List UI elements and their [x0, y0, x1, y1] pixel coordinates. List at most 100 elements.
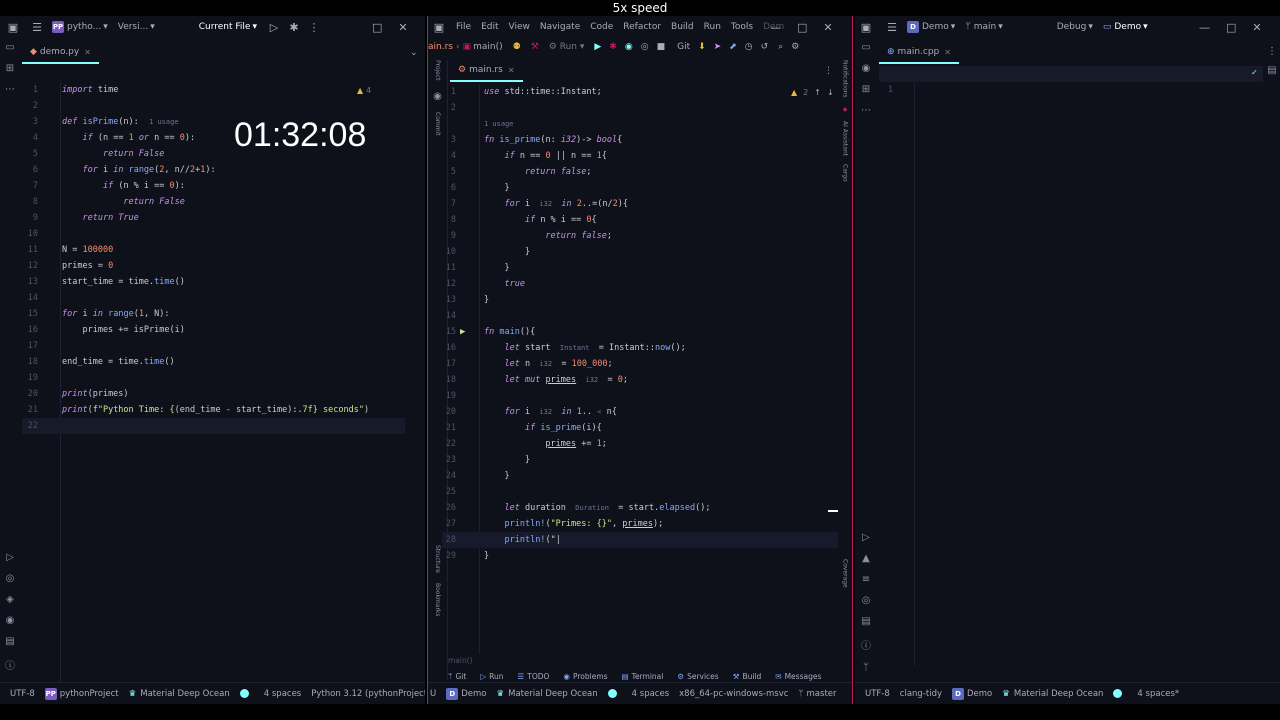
tool-problems[interactable]: ◉ Problems — [563, 672, 607, 681]
close-icon[interactable]: ✕ — [398, 21, 407, 34]
run-gutter-icon[interactable]: ▶ — [460, 327, 465, 337]
user-icon[interactable]: ⚉ — [513, 42, 521, 52]
project-status[interactable]: D Demo — [952, 687, 992, 700]
more-tools-icon[interactable]: ⋯ — [861, 105, 871, 116]
tool-messages[interactable]: ✉ Messages — [775, 672, 821, 681]
project-status[interactable]: D Demo — [446, 687, 487, 700]
tool-services[interactable]: ⚙ Services — [677, 672, 718, 681]
profile-icon[interactable]: ◎ — [641, 42, 649, 52]
code-editor[interactable]: 1 use std::time::Instant; 2 1 usage 3 fn is_p… — [442, 84, 838, 654]
menu-item-run[interactable]: Run — [704, 22, 721, 32]
menu-item-edit[interactable]: Edit — [481, 22, 498, 32]
bookmarks-tool-label[interactable]: Bookmarks — [434, 583, 441, 617]
database-icon[interactable]: ▤ — [1267, 65, 1276, 76]
minimize-icon[interactable]: — — [1199, 21, 1210, 34]
folder-icon[interactable]: ▭ — [861, 42, 870, 53]
tool-terminal[interactable]: ▤ Terminal — [622, 672, 664, 681]
close-tab-icon[interactable]: ✕ — [508, 66, 515, 75]
close-tab-icon[interactable]: ✕ — [944, 48, 951, 57]
tool-build[interactable]: ⚒ Build — [733, 672, 762, 681]
tidy-indicator[interactable]: clang-tidy — [900, 689, 942, 699]
maximize-icon[interactable]: □ — [797, 21, 807, 34]
overflow-icon[interactable]: ⌄ — [410, 48, 418, 58]
maximize-icon[interactable]: □ — [372, 21, 382, 34]
branch-selector[interactable]: ᛘ main ▾ — [965, 22, 1002, 32]
accent-indicator[interactable] — [239, 689, 254, 698]
run-tool-icon[interactable]: ▷ — [862, 532, 870, 543]
run-icon[interactable]: ▷ — [267, 21, 281, 34]
indent-indicator[interactable]: 4 spaces — [632, 689, 669, 699]
info-icon[interactable]: ⓘ — [5, 657, 15, 672]
menu-item-tools[interactable]: Tools — [731, 22, 753, 32]
close-icon[interactable]: ✕ — [1252, 21, 1261, 34]
tool-run[interactable]: ▷ Run — [480, 672, 503, 681]
tab-demo-py[interactable]: ◆ demo.py ✕ — [22, 42, 99, 64]
menu-item-refactor[interactable]: Refactor — [623, 22, 661, 32]
git-icon[interactable]: ᛘ — [863, 662, 869, 673]
footer-breadcrumb[interactable]: main() — [448, 656, 473, 665]
folder-icon[interactable]: ▭ — [5, 42, 14, 53]
structure-icon[interactable]: ⊞ — [862, 84, 870, 95]
maximize-icon[interactable]: □ — [1226, 21, 1236, 34]
pull-request-icon[interactable]: ⬈ — [729, 42, 737, 52]
run-config-selector[interactable]: ⚙ Run ▾ — [549, 42, 585, 52]
messages-icon[interactable]: ≡ — [862, 574, 870, 585]
encoding-indicator[interactable]: UTF-8 — [10, 689, 35, 699]
notifications-tool-label[interactable]: Notifications — [842, 60, 849, 98]
rollback-icon[interactable]: ↺ — [761, 42, 769, 52]
theme-indicator[interactable]: ♛ Material Deep Ocean — [129, 689, 230, 699]
breadcrumb-file[interactable]: ain.rs — [428, 42, 453, 52]
build-config-selector[interactable]: Debug ▾ — [1057, 22, 1093, 32]
tab-main-cpp[interactable]: ⊕ main.cpp ✕ — [879, 42, 959, 64]
services-icon[interactable]: ◎ — [862, 595, 871, 606]
hammer-icon[interactable]: ⚒ — [531, 42, 539, 52]
menu-item-code[interactable]: Code — [590, 22, 613, 32]
code-editor[interactable]: 1 ✓ — [879, 66, 1263, 666]
indent-indicator[interactable]: 4 spaces* — [1137, 689, 1179, 699]
project-tool-label[interactable]: Project — [434, 60, 441, 81]
branch-indicator[interactable]: ᛘ master — [798, 689, 836, 699]
theme-indicator[interactable]: ♛ Material Deep Ocean — [497, 689, 598, 699]
more-icon[interactable]: ⋮ — [824, 66, 833, 76]
info-icon[interactable]: ⓘ — [861, 637, 871, 652]
commit-icon[interactable]: ◉ — [433, 91, 442, 102]
ai-assistant-tool-label[interactable]: AI Assistant — [842, 121, 849, 156]
problems-icon[interactable]: ▲ — [862, 553, 870, 564]
menu-item-build[interactable]: Build — [671, 22, 694, 32]
project-selector[interactable]: D Demo ▾ — [907, 21, 955, 33]
minimize-icon[interactable]: — — [770, 21, 781, 34]
project-status[interactable]: PP pythonProject — [44, 687, 119, 700]
ai-assistant-icon[interactable]: ◆ — [843, 106, 848, 113]
run-icon[interactable]: ▶ — [594, 42, 601, 52]
vcs-selector[interactable]: Versi... ▾ — [118, 22, 155, 32]
debug-icon[interactable]: ✱ — [287, 21, 301, 34]
settings-icon[interactable]: ⚙ — [791, 42, 799, 52]
theme-indicator[interactable]: ♛ Material Deep Ocean — [1002, 689, 1103, 699]
run-tool-icon[interactable]: ▷ — [6, 552, 14, 563]
structure-tool-label[interactable]: Structure — [434, 545, 441, 573]
stop-icon[interactable]: ■ — [657, 42, 666, 52]
tab-main-rs[interactable]: ⚙ main.rs ✕ — [450, 60, 523, 82]
search-icon[interactable]: ⌕ — [778, 42, 783, 52]
push-icon[interactable]: ➤ — [714, 42, 722, 52]
menu-item-navigate[interactable]: Navigate — [540, 22, 580, 32]
coverage-tool-label[interactable]: Coverage — [842, 559, 849, 588]
close-icon[interactable]: ✕ — [823, 21, 832, 34]
debug-icon[interactable]: ✱ — [609, 42, 617, 52]
services-icon[interactable]: ◎ — [6, 573, 15, 584]
menu-item-file[interactable]: File — [456, 22, 471, 32]
more-icon[interactable]: ⋮ — [1267, 46, 1277, 57]
accent-indicator[interactable] — [1113, 689, 1127, 698]
encoding-indicator[interactable]: U — [430, 689, 436, 699]
commit-tool-label[interactable]: Commit — [434, 112, 441, 136]
project-selector[interactable]: PP pytho... ▾ — [52, 21, 108, 33]
terminal-icon[interactable]: ▤ — [861, 616, 870, 627]
commit-icon[interactable]: ◉ — [862, 63, 871, 74]
tool-todo[interactable]: ☰ TODO — [518, 672, 550, 681]
toolchain-indicator[interactable]: x86_64-pc-windows-msvc — [679, 689, 788, 699]
indent-indicator[interactable]: 4 spaces — [264, 689, 301, 699]
terminal-icon[interactable]: ◉ — [6, 615, 15, 626]
history-icon[interactable]: ◷ — [745, 42, 753, 52]
more-icon[interactable]: ⋮ — [307, 21, 321, 34]
interpreter-indicator[interactable]: Python 3.12 (pythonProject) — [311, 689, 425, 699]
